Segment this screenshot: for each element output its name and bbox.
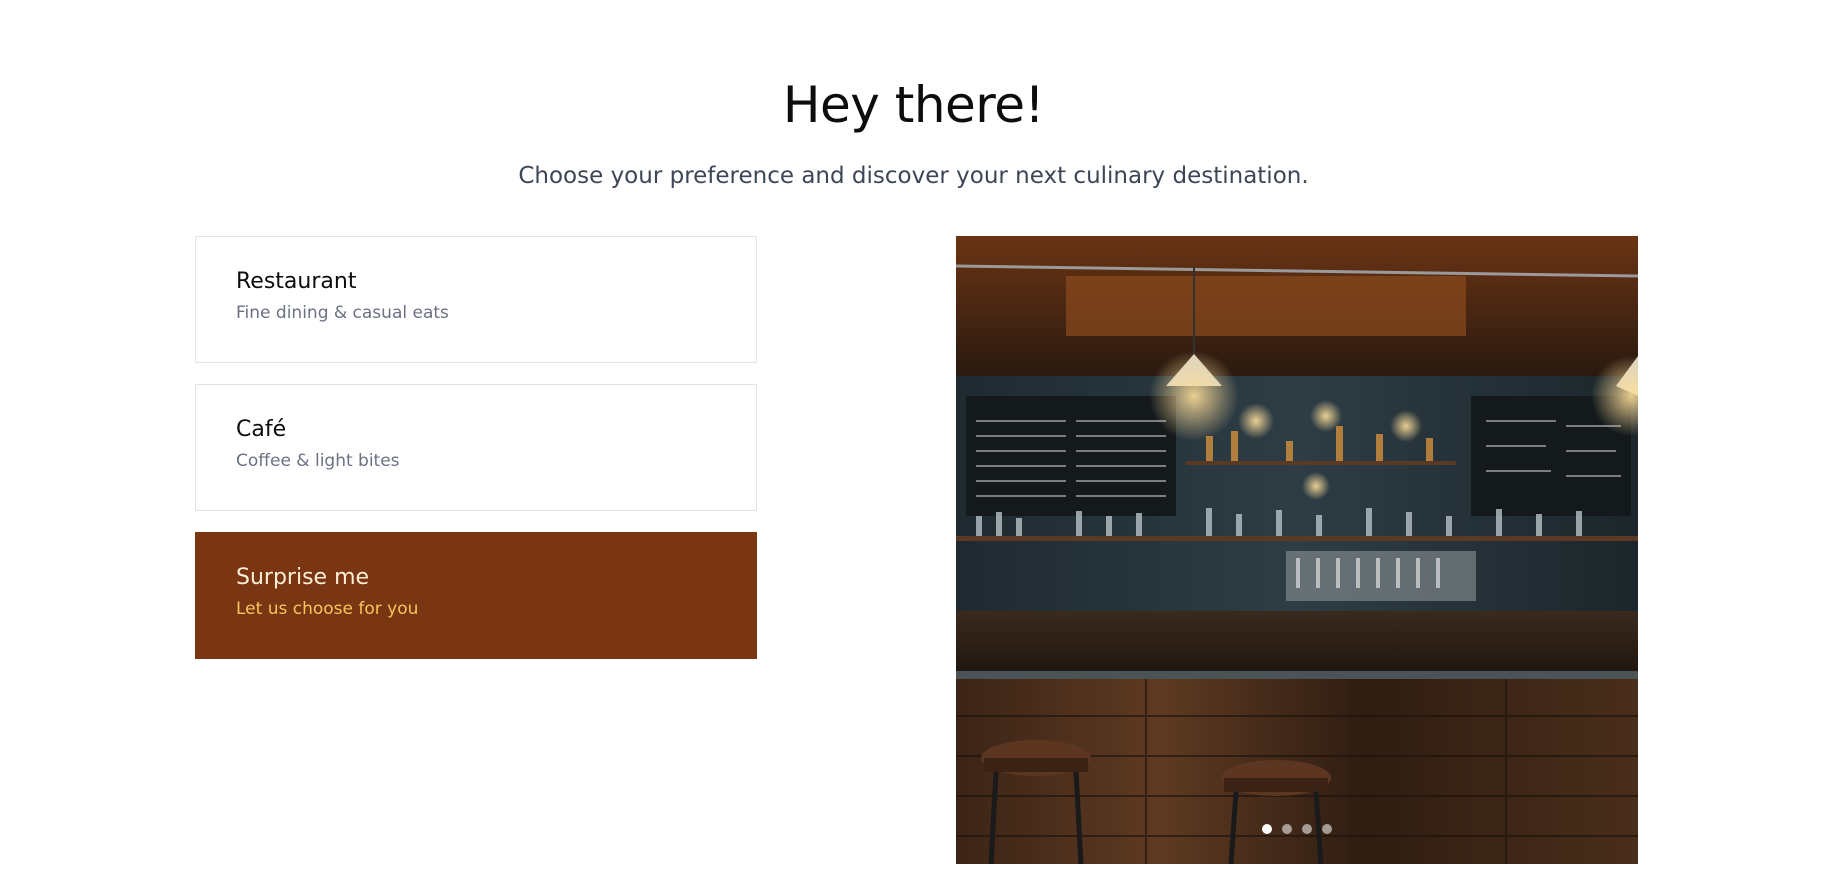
option-title: Restaurant bbox=[236, 269, 357, 294]
carousel-dot-2[interactable] bbox=[1282, 824, 1292, 834]
carousel-dot-1[interactable] bbox=[1262, 824, 1272, 834]
option-title: Surprise me bbox=[236, 565, 370, 590]
option-description: Let us choose for you bbox=[236, 599, 419, 619]
image-carousel[interactable] bbox=[956, 236, 1638, 864]
bar-interior-image bbox=[956, 236, 1638, 864]
option-cafe[interactable]: Café Coffee & light bites bbox=[195, 384, 757, 511]
carousel-dots bbox=[956, 824, 1638, 834]
option-title: Café bbox=[236, 417, 287, 442]
carousel-dot-4[interactable] bbox=[1322, 824, 1332, 834]
option-restaurant[interactable]: Restaurant Fine dining & casual eats bbox=[195, 236, 757, 363]
page-title: Hey there! bbox=[782, 76, 1045, 134]
option-description: Fine dining & casual eats bbox=[236, 303, 449, 323]
preference-options: Restaurant Fine dining & casual eats Caf… bbox=[195, 236, 757, 680]
option-surprise-me[interactable]: Surprise me Let us choose for you bbox=[195, 532, 757, 659]
page: Hey there! Choose your preference and di… bbox=[0, 0, 1827, 891]
page-subtitle: Choose your preference and discover your… bbox=[518, 163, 1309, 189]
carousel-dot-3[interactable] bbox=[1302, 824, 1312, 834]
option-description: Coffee & light bites bbox=[236, 451, 400, 471]
